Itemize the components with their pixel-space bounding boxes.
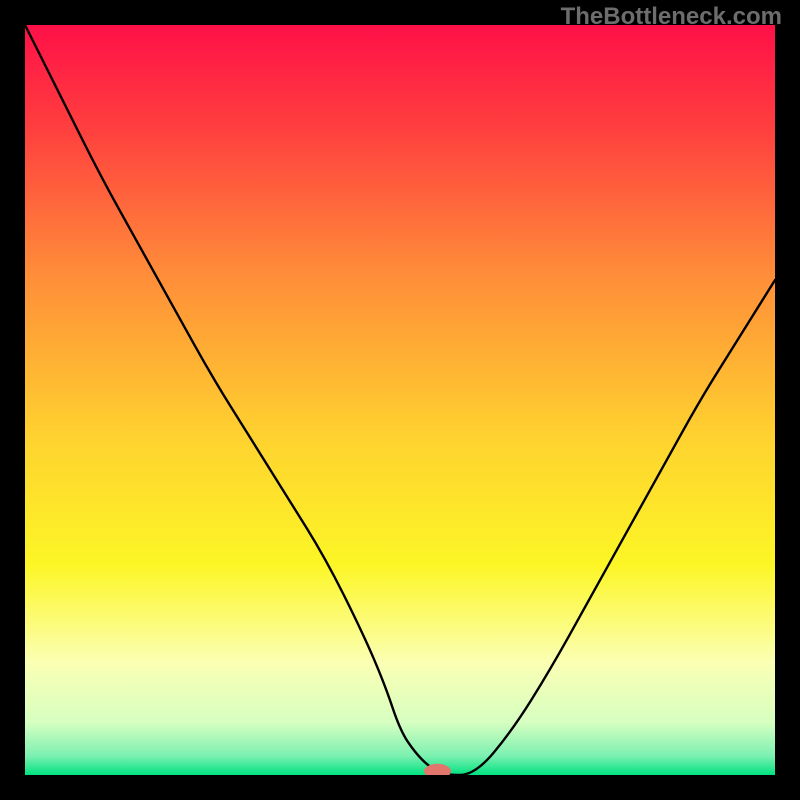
gradient-background xyxy=(25,25,775,775)
chart-container: TheBottleneck.com xyxy=(0,0,800,800)
watermark-text: TheBottleneck.com xyxy=(561,3,782,31)
plot-area xyxy=(25,25,775,775)
chart-svg xyxy=(25,25,775,775)
